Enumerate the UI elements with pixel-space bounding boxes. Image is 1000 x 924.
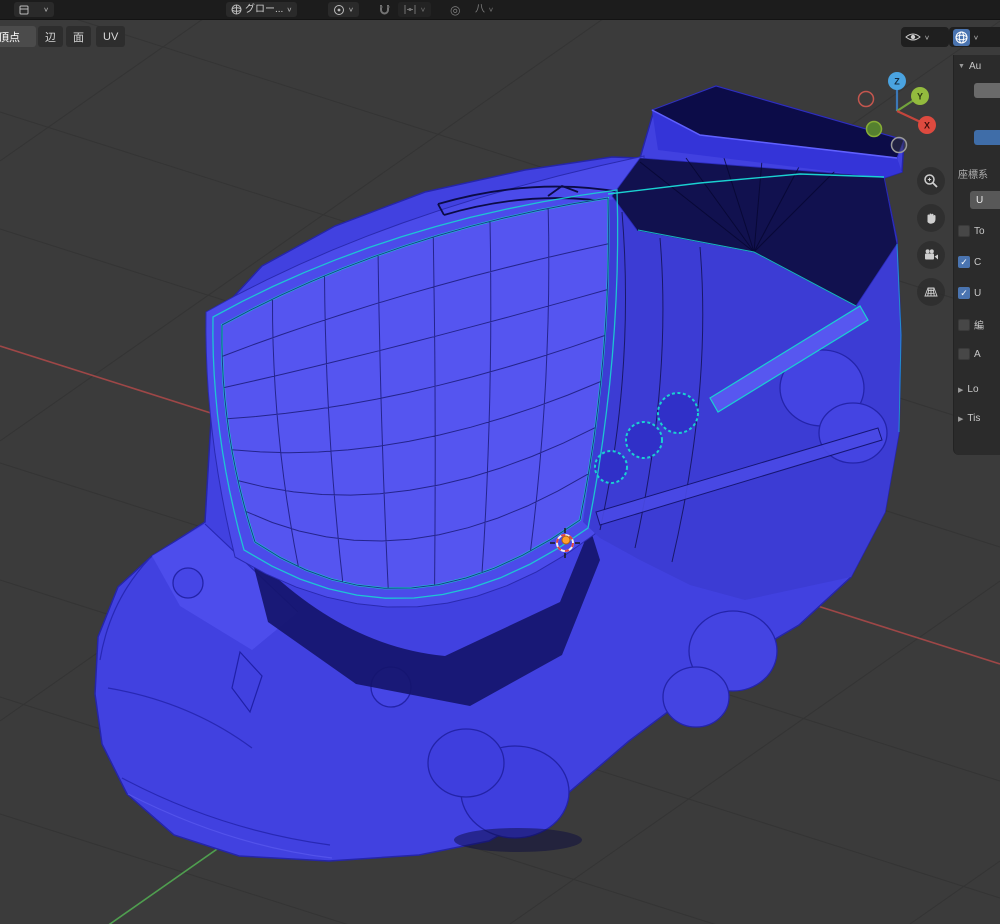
checkbox-on[interactable]: ✓	[958, 287, 970, 299]
transform-orientation-dropdown[interactable]: グロー... ∨	[226, 2, 298, 17]
checkbox-on[interactable]: ✓	[958, 256, 970, 268]
snap-toggle[interactable]	[378, 2, 391, 17]
gizmo-axis-neg-z[interactable]	[890, 136, 908, 154]
checkbox-off[interactable]	[958, 225, 970, 237]
orientation-label: グロー...	[245, 3, 284, 15]
editor-type-icon	[19, 5, 29, 14]
pivot-point-icon	[334, 4, 344, 15]
select-mode-edge[interactable]: 辺	[38, 26, 63, 47]
gizmo-axis-x[interactable]	[918, 116, 936, 134]
checkbox-row-a[interactable]: A	[958, 348, 981, 360]
snap-to-icon	[404, 5, 416, 14]
checkbox-off[interactable]	[958, 318, 970, 331]
panel-header-tis[interactable]: ▶ Tis	[958, 413, 980, 424]
pan-tool-button[interactable]	[917, 204, 945, 232]
uv-menu-button[interactable]: UV	[96, 26, 126, 47]
grid-icon	[924, 287, 938, 297]
gizmo-axis-neg-x[interactable]	[857, 90, 875, 108]
train-model[interactable]	[94, 85, 905, 862]
editor-type-dropdown[interactable]: ∨	[14, 2, 54, 17]
checkbox-row-hen[interactable]: 編	[958, 317, 984, 332]
panel-header-lo[interactable]: ▶ Lo	[958, 384, 979, 395]
blender-window: ∨ グロー... ∨ ∨ ∨ ◎ 八 ∨ 頂点 辺 面 UV ∨ ∨ Z Y X…	[0, 0, 1000, 924]
orientation-globe-icon	[231, 4, 242, 15]
hand-icon	[927, 213, 936, 224]
uv-action-button[interactable]: U	[970, 191, 1000, 209]
magnet-icon	[380, 5, 390, 15]
magnifier-icon	[924, 174, 938, 188]
sidebar-panel: ▼ Au 座標系 U To ✓ C ✓ U 編 A ▶ Lo ▶ Tis	[953, 55, 1000, 455]
gizmo-axis-z[interactable]	[888, 72, 906, 90]
coord-system-label: 座標系	[958, 170, 988, 181]
navigation-gizmo[interactable]: Z Y X	[845, 62, 957, 162]
value-field-blue[interactable]	[974, 130, 1000, 145]
eye-icon	[905, 33, 921, 41]
falloff-dropdown[interactable]: 八 ∨	[470, 2, 499, 17]
ortho-toggle-button[interactable]	[917, 278, 945, 306]
panel-header-auto[interactable]: ▼ Au	[958, 61, 981, 72]
viewport-header: ∨ グロー... ∨ ∨ ∨ ◎ 八 ∨	[0, 0, 1000, 20]
pivot-point-dropdown[interactable]: ∨	[328, 2, 359, 17]
overlays-dropdown[interactable]: ∨	[901, 27, 949, 47]
checkbox-row-u[interactable]: ✓ U	[958, 287, 981, 299]
wireframe-shading-icon	[953, 28, 970, 46]
gizmo-axis-y[interactable]	[911, 87, 929, 105]
checkbox-row-c[interactable]: ✓ C	[958, 256, 981, 268]
proportional-edit-toggle[interactable]: ◎	[450, 2, 460, 17]
panel-title: Au	[968, 61, 982, 72]
gizmo-axis-neg-y[interactable]	[865, 120, 883, 138]
snap-target-dropdown[interactable]: ∨	[398, 2, 431, 17]
proportional-icon: ◎	[450, 2, 461, 17]
select-mode-vertex[interactable]: 頂点	[0, 26, 36, 47]
shading-mode-dropdown[interactable]: ∨	[949, 27, 1000, 47]
camera-view-button[interactable]	[917, 241, 945, 269]
checkbox-row-to[interactable]: To	[958, 225, 985, 237]
object-origin	[561, 535, 571, 545]
zoom-tool-button[interactable]	[917, 167, 945, 195]
camera-icon	[925, 249, 938, 260]
pod-shadow	[454, 828, 582, 852]
value-field-gray[interactable]	[974, 83, 1000, 98]
falloff-label: 八	[475, 3, 485, 15]
select-mode-face[interactable]: 面	[66, 26, 91, 47]
checkbox-off[interactable]	[958, 348, 970, 360]
